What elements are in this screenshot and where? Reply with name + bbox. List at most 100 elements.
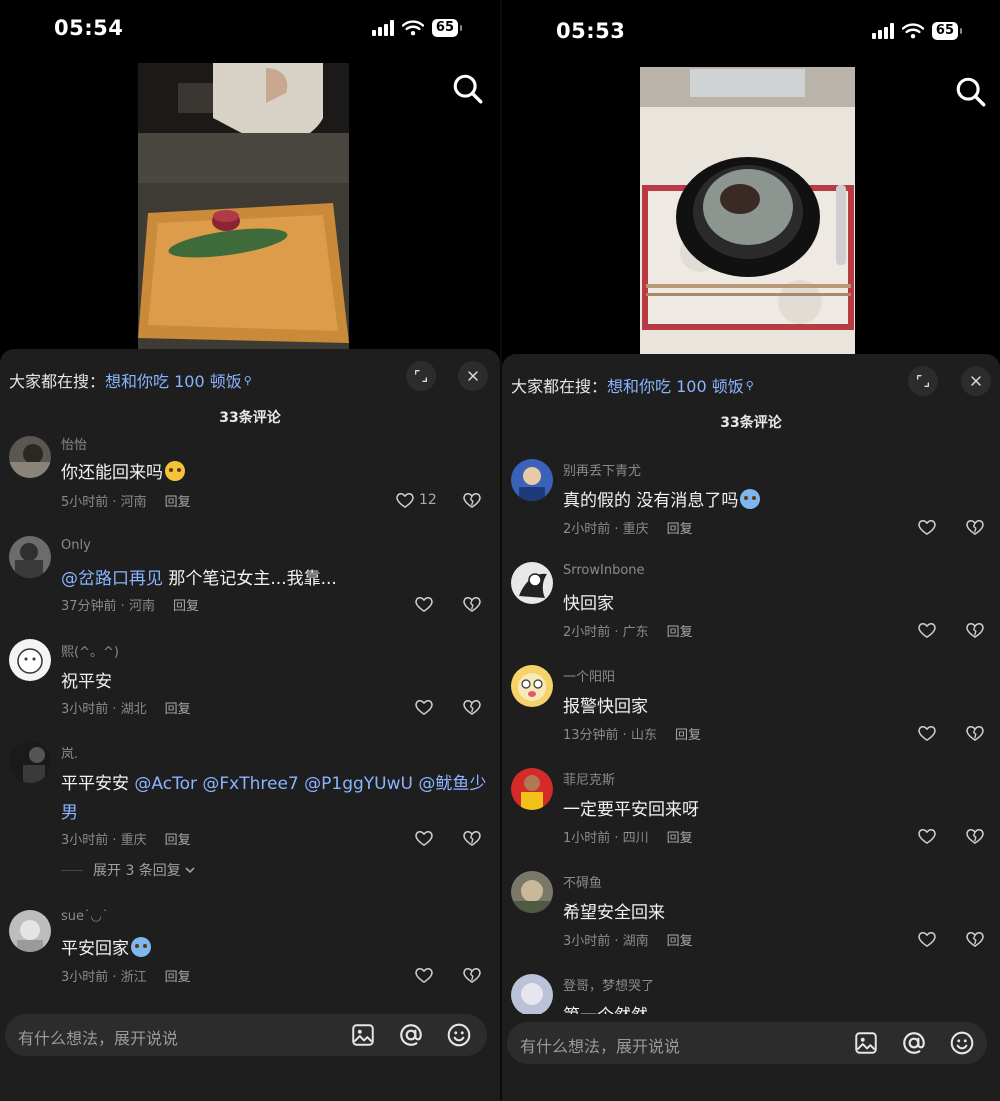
search-icon[interactable] bbox=[954, 75, 988, 109]
at-icon[interactable] bbox=[398, 1022, 424, 1048]
comment-username[interactable]: 登哥，梦想哭了 bbox=[563, 975, 654, 994]
avatar[interactable] bbox=[9, 436, 51, 478]
avatar[interactable] bbox=[9, 910, 51, 952]
comment-username[interactable]: 怡怡 bbox=[61, 434, 87, 453]
like-button[interactable] bbox=[917, 826, 937, 846]
status-bar: 05:54 65 bbox=[0, 0, 500, 56]
like-button[interactable] bbox=[917, 723, 937, 743]
dislike-button[interactable] bbox=[965, 620, 985, 644]
dislike-button[interactable] bbox=[462, 490, 482, 514]
emoji-icon[interactable] bbox=[446, 1022, 472, 1048]
reply-button[interactable]: 回复 bbox=[667, 625, 693, 640]
expand-button[interactable] bbox=[908, 366, 938, 396]
comment-meta: 3小时前 · 湖北 回复 bbox=[61, 698, 191, 717]
avatar[interactable] bbox=[511, 974, 553, 1014]
hot-search-query[interactable]: 想和你吃 100 顿饭 bbox=[105, 368, 242, 392]
avatar[interactable] bbox=[9, 639, 51, 681]
comment-input-placeholder: 有什么想法，展开说说 bbox=[520, 1037, 681, 1056]
avatar[interactable] bbox=[511, 768, 553, 810]
comment-text: 报警快回家 bbox=[563, 697, 648, 717]
hot-search-prefix: 大家都在搜： bbox=[9, 372, 106, 391]
comment-username[interactable]: 岚. bbox=[61, 743, 78, 762]
broken-heart-icon bbox=[965, 929, 985, 949]
dislike-button[interactable] bbox=[462, 594, 482, 618]
crying-emoji-icon bbox=[740, 489, 761, 509]
comment-time-location: 37分钟前 · 河南 bbox=[61, 599, 155, 614]
like-button[interactable] bbox=[414, 965, 434, 985]
avatar[interactable] bbox=[511, 459, 553, 501]
dislike-button[interactable] bbox=[462, 697, 482, 721]
avatar[interactable] bbox=[511, 871, 553, 913]
reply-button[interactable]: 回复 bbox=[667, 934, 693, 949]
like-button[interactable] bbox=[917, 620, 937, 640]
signal-icon bbox=[871, 23, 894, 39]
expand-replies-button[interactable]: 展开 3 条回复 bbox=[61, 860, 196, 880]
dislike-button[interactable] bbox=[965, 723, 985, 747]
video-photo[interactable] bbox=[138, 63, 349, 349]
comment-input[interactable]: 有什么想法，展开说说 bbox=[507, 1022, 987, 1064]
heart-icon bbox=[917, 929, 937, 949]
dislike-button[interactable] bbox=[965, 929, 985, 953]
hot-search-bar[interactable]: 大家都在搜： 想和你吃 100 顿饭 ⚲ bbox=[511, 373, 754, 397]
right-screen: 05:53 65 大家都在搜： 想和你吃 100 顿饭 ⚲ 33条评论 别再丢下… bbox=[502, 0, 1000, 1101]
dislike-button[interactable] bbox=[965, 517, 985, 541]
avatar[interactable] bbox=[511, 665, 553, 707]
expand-button[interactable] bbox=[406, 361, 436, 391]
comment-item: 菲尼克斯 一定要平安回来呀 1小时前 · 四川 回复 bbox=[502, 768, 1000, 858]
comment-input[interactable]: 有什么想法，展开说说 bbox=[5, 1014, 487, 1056]
comment-username[interactable]: 菲尼克斯 bbox=[563, 769, 615, 788]
status-time: 05:53 bbox=[556, 19, 626, 43]
avatar[interactable] bbox=[9, 741, 51, 783]
reply-button[interactable]: 回复 bbox=[667, 522, 693, 537]
avatar[interactable] bbox=[9, 536, 51, 578]
hot-search-bar[interactable]: 大家都在搜： 想和你吃 100 顿饭 ⚲ bbox=[9, 368, 252, 392]
reply-button[interactable]: 回复 bbox=[165, 970, 191, 985]
at-icon[interactable] bbox=[901, 1030, 927, 1056]
comment-username[interactable]: 不碍鱼 bbox=[563, 872, 602, 891]
comment-item: Only @岔路口再见 那个笔记女主...我靠... 37分钟前 · 河南 回复 bbox=[0, 536, 500, 626]
like-button[interactable] bbox=[917, 517, 937, 537]
laugh-cry-emoji-icon bbox=[165, 461, 185, 481]
dislike-button[interactable] bbox=[462, 965, 482, 989]
like-button[interactable] bbox=[917, 929, 937, 949]
mention-link[interactable]: 男 bbox=[61, 803, 78, 823]
broken-heart-icon bbox=[462, 594, 482, 614]
search-icon[interactable] bbox=[451, 72, 485, 106]
close-button[interactable] bbox=[961, 366, 991, 396]
video-photo[interactable] bbox=[640, 67, 855, 354]
left-screen: 05:54 65 大家都在搜： 想和你吃 100 顿饭 ⚲ 33条评论 怡怡 你… bbox=[0, 0, 500, 1101]
reply-button[interactable]: 回复 bbox=[173, 599, 199, 614]
like-button[interactable] bbox=[414, 697, 434, 717]
emoji-icon[interactable] bbox=[949, 1030, 975, 1056]
dislike-button[interactable] bbox=[965, 826, 985, 850]
comment-username[interactable]: 熙(^。^) bbox=[61, 641, 119, 660]
like-button[interactable] bbox=[414, 594, 434, 614]
reply-button[interactable]: 回复 bbox=[675, 728, 701, 743]
comment-text: 祝平安 bbox=[61, 672, 112, 692]
comment-username[interactable]: SrrowInbone bbox=[563, 563, 645, 578]
comment-username[interactable]: Only bbox=[61, 538, 91, 553]
reply-button[interactable]: 回复 bbox=[165, 702, 191, 717]
mention-link[interactable]: @AcTor @FxThree7 @P1ggYUwU @鱿鱼少 bbox=[134, 774, 486, 794]
expand-icon bbox=[915, 373, 931, 389]
comment-meta: 13分钟前 · 山东 回复 bbox=[563, 724, 701, 743]
close-button[interactable] bbox=[458, 361, 488, 391]
image-icon[interactable] bbox=[350, 1022, 376, 1048]
like-button[interactable] bbox=[414, 828, 434, 848]
mention-link[interactable]: @岔路口再见 bbox=[61, 569, 163, 589]
comment-text: 希望安全回来 bbox=[563, 903, 665, 923]
crying-emoji-icon bbox=[131, 937, 151, 957]
image-icon[interactable] bbox=[853, 1030, 879, 1056]
status-icons: 65 bbox=[371, 19, 463, 37]
hot-search-query[interactable]: 想和你吃 100 顿饭 bbox=[607, 373, 744, 397]
reply-button[interactable]: 回复 bbox=[667, 831, 693, 846]
like-button[interactable]: 12 bbox=[395, 490, 437, 510]
reply-button[interactable]: 回复 bbox=[165, 495, 191, 510]
comment-username[interactable]: sue˙◡˙ bbox=[61, 909, 108, 924]
avatar[interactable] bbox=[511, 562, 553, 604]
dislike-button[interactable] bbox=[462, 828, 482, 852]
reply-button[interactable]: 回复 bbox=[165, 833, 191, 848]
comment-username[interactable]: 别再丢下青尤 bbox=[563, 460, 641, 479]
comment-username[interactable]: 一个阳阳 bbox=[563, 666, 615, 685]
status-icons: 65 bbox=[871, 22, 963, 40]
